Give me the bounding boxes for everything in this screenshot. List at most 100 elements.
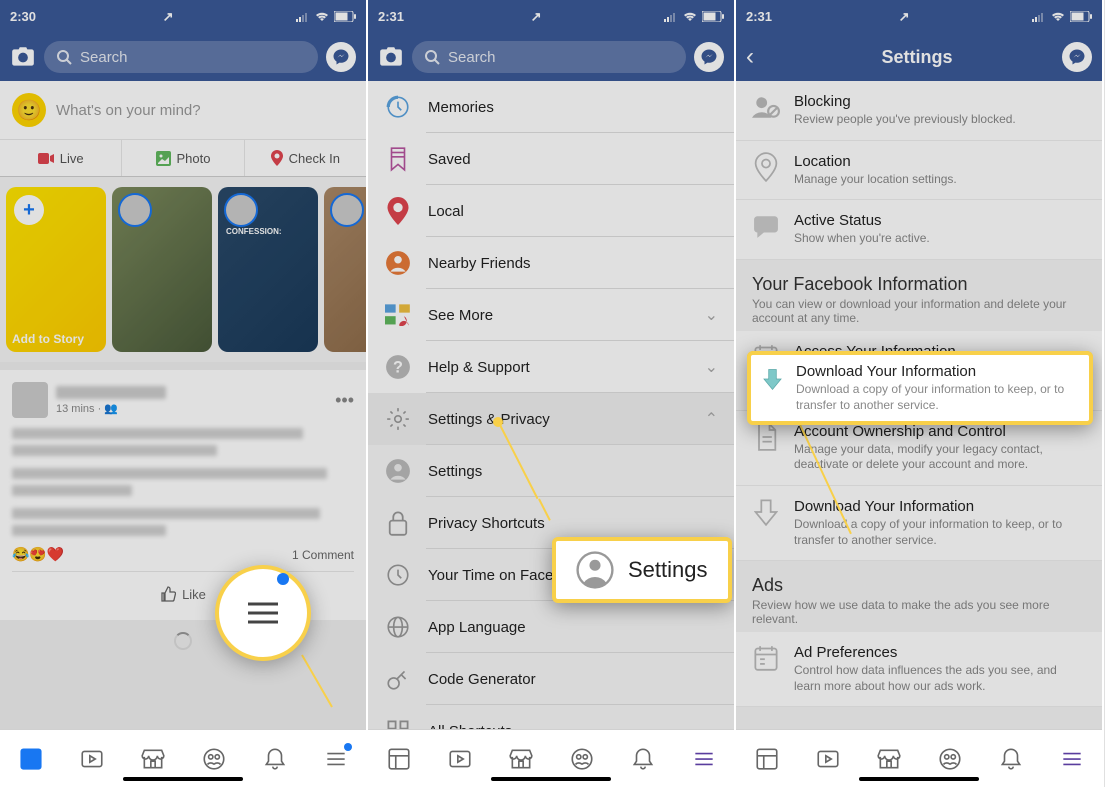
bottom-tabs xyxy=(0,729,366,787)
svg-text:?: ? xyxy=(393,358,403,376)
status-bar: 2:31 ↗ xyxy=(368,0,734,33)
setting-location[interactable]: LocationManage your location settings. xyxy=(736,141,1102,201)
app-header xyxy=(368,33,734,81)
menu-code-generator[interactable]: Code Generator xyxy=(368,653,734,705)
home-indicator xyxy=(491,777,611,781)
home-indicator xyxy=(123,777,243,781)
post-body xyxy=(12,428,354,536)
camera-icon[interactable] xyxy=(10,44,36,70)
messenger-icon[interactable] xyxy=(1062,42,1092,72)
chevron-down-icon: ⌄ xyxy=(705,305,718,325)
section-your-info: Your Facebook Information You can view o… xyxy=(736,260,1102,331)
phone-screenshot-2: 2:31 ↗ Memories Saved Local Nearby Frien… xyxy=(368,0,736,787)
search-input[interactable] xyxy=(448,49,674,66)
post-avatar[interactable] xyxy=(12,382,48,418)
setting-download-info[interactable]: Download Your InformationDownload a copy… xyxy=(736,486,1102,561)
tab-notifications[interactable] xyxy=(262,746,288,772)
reactions-icons[interactable]: 😂😍❤️ xyxy=(12,546,64,563)
setting-blocking[interactable]: BlockingReview people you've previously … xyxy=(736,81,1102,141)
bottom-tabs xyxy=(736,729,1102,787)
status-time: 2:30 xyxy=(10,9,36,24)
menu-nearby[interactable]: Nearby Friends xyxy=(368,237,734,289)
photo-button[interactable]: Photo xyxy=(122,140,244,176)
menu-all-shortcuts[interactable]: All Shortcuts xyxy=(368,705,734,729)
tab-marketplace[interactable] xyxy=(876,746,902,772)
menu-app-language[interactable]: App Language xyxy=(368,601,734,653)
tab-feed[interactable] xyxy=(754,746,780,772)
menu-settings[interactable]: Settings xyxy=(368,445,734,497)
post-author[interactable] xyxy=(56,386,166,399)
setting-ad-preferences[interactable]: Ad PreferencesControl how data influence… xyxy=(736,632,1102,707)
section-ads: Ads Review how we use data to make the a… xyxy=(736,561,1102,632)
home-indicator xyxy=(859,777,979,781)
search-box[interactable] xyxy=(44,41,318,73)
status-bar: 2:30 ↗ xyxy=(0,0,366,33)
status-icons xyxy=(296,11,356,22)
tab-watch[interactable] xyxy=(79,746,105,772)
menu-settings-privacy[interactable]: Settings & Privacy⌃ xyxy=(368,393,734,445)
menu-seemore[interactable]: See More⌄ xyxy=(368,289,734,341)
post-time: 13 mins · 👥 xyxy=(56,402,327,415)
menu-memories[interactable]: Memories xyxy=(368,81,734,133)
phone-screenshot-3: 2:31 ↗ ‹ Settings BlockingReview people … xyxy=(736,0,1104,787)
bottom-tabs xyxy=(368,729,734,787)
setting-active-status[interactable]: Active StatusShow when you're active. xyxy=(736,200,1102,260)
composer[interactable]: 🙂 What's on your mind? xyxy=(0,81,366,139)
menu-help[interactable]: ?Help & Support⌄ xyxy=(368,341,734,393)
search-box[interactable] xyxy=(412,41,686,73)
chevron-up-icon: ⌃ xyxy=(705,409,718,429)
stories-tray[interactable]: + Add to Story CONFESSION: xyxy=(0,177,366,362)
tab-marketplace[interactable] xyxy=(508,746,534,772)
tab-groups[interactable] xyxy=(201,746,227,772)
status-time: 2:31 xyxy=(378,9,404,24)
phone-screenshot-1: 2:30 ↗ 🙂 What's on your mind? Live Photo… xyxy=(0,0,368,787)
tab-marketplace[interactable] xyxy=(140,746,166,772)
user-icon xyxy=(576,551,614,589)
composer-actions: Live Photo Check In xyxy=(0,139,366,177)
search-icon xyxy=(56,49,72,65)
download-icon xyxy=(763,363,782,395)
app-header xyxy=(0,33,366,81)
header-title: Settings xyxy=(780,47,1054,68)
app-header: ‹ Settings xyxy=(736,33,1102,81)
messenger-icon[interactable] xyxy=(326,42,356,72)
composer-prompt: What's on your mind? xyxy=(56,102,354,119)
camera-icon[interactable] xyxy=(378,44,404,70)
callout-download: Download Your Information Download a cop… xyxy=(747,351,1093,425)
search-input[interactable] xyxy=(80,49,306,66)
search-icon xyxy=(424,49,440,65)
tab-menu[interactable] xyxy=(691,746,717,772)
callout-hamburger xyxy=(215,565,311,661)
live-button[interactable]: Live xyxy=(0,140,122,176)
back-button[interactable]: ‹ xyxy=(746,43,772,71)
loading-spinner xyxy=(174,632,192,650)
menu-saved[interactable]: Saved xyxy=(368,133,734,185)
tab-menu[interactable] xyxy=(1059,746,1085,772)
status-icons xyxy=(664,11,724,22)
story-item[interactable]: CONFESSION: xyxy=(218,187,318,352)
plus-icon: + xyxy=(14,195,44,225)
user-avatar: 🙂 xyxy=(12,93,46,127)
tab-menu[interactable] xyxy=(323,746,349,772)
tab-feed[interactable] xyxy=(18,746,44,772)
tab-notifications[interactable] xyxy=(630,746,656,772)
chevron-down-icon: ⌄ xyxy=(705,357,718,377)
messenger-icon[interactable] xyxy=(694,42,724,72)
add-story[interactable]: + Add to Story xyxy=(6,187,106,352)
tab-groups[interactable] xyxy=(569,746,595,772)
post-more-button[interactable]: ••• xyxy=(335,390,354,411)
tab-notifications[interactable] xyxy=(998,746,1024,772)
checkin-button[interactable]: Check In xyxy=(245,140,366,176)
status-time: 2:31 xyxy=(746,9,772,24)
story-item[interactable] xyxy=(112,187,212,352)
menu-local[interactable]: Local xyxy=(368,185,734,237)
tab-watch[interactable] xyxy=(447,746,473,772)
tab-groups[interactable] xyxy=(937,746,963,772)
tab-watch[interactable] xyxy=(815,746,841,772)
status-icons xyxy=(1032,11,1092,22)
tab-feed[interactable] xyxy=(386,746,412,772)
menu-list: Memories Saved Local Nearby Friends See … xyxy=(368,81,734,729)
feed-post: 13 mins · 👥 ••• 😂😍❤️ 1 Comment Like xyxy=(0,370,366,620)
story-item[interactable] xyxy=(324,187,366,352)
comment-count[interactable]: 1 Comment xyxy=(292,548,354,562)
